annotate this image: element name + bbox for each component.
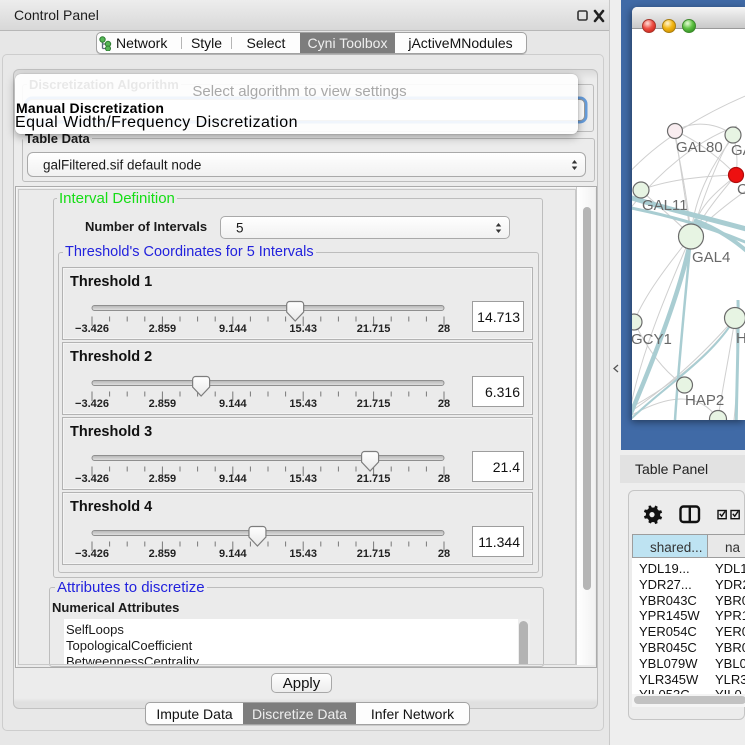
svg-text:HAP2: HAP2 <box>685 392 724 409</box>
svg-text:GAL80: GAL80 <box>676 139 723 156</box>
svg-text:GCY1: GCY1 <box>632 331 672 348</box>
svg-text:GAL4: GAL4 <box>692 249 730 266</box>
svg-text:H: H <box>736 330 745 347</box>
svg-text:GAL11: GAL11 <box>642 197 688 214</box>
svg-text:C: C <box>737 181 745 198</box>
svg-text:GA: GA <box>731 142 745 159</box>
